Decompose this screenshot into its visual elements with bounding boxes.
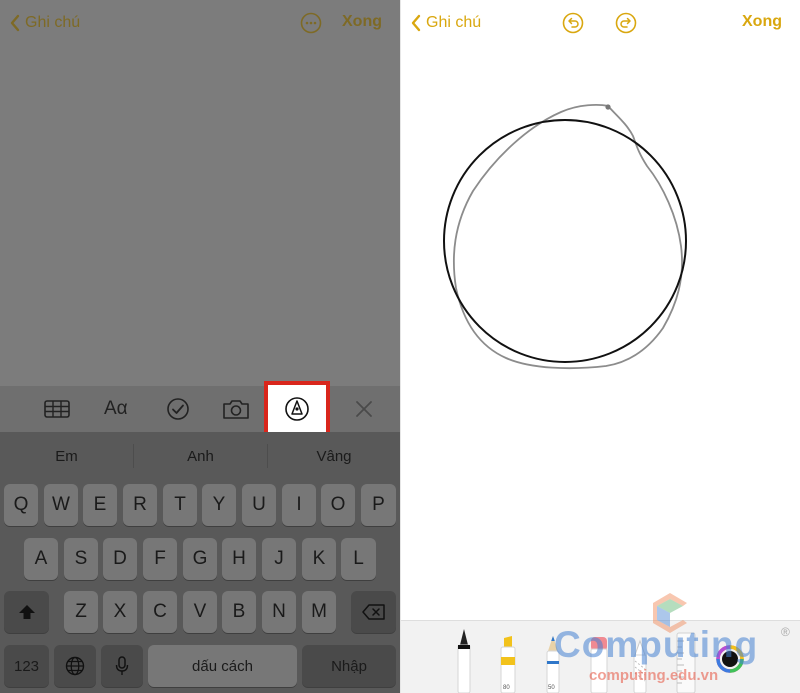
close-icon	[356, 401, 372, 417]
pen-tip-circle-icon	[285, 396, 309, 421]
key[interactable]: I	[282, 484, 316, 526]
key[interactable]: M	[302, 591, 336, 633]
globe-icon	[65, 656, 85, 676]
backspace-key[interactable]	[351, 591, 396, 633]
key[interactable]: A	[24, 538, 58, 580]
suggestion-bar: Em Anh Vâng	[0, 432, 400, 480]
watermark-subtitle: computing.edu.vn	[589, 667, 719, 684]
watermark-title: Computing	[554, 624, 759, 665]
key[interactable]: W	[44, 484, 78, 526]
key[interactable]: U	[242, 484, 276, 526]
sketch-start-dot	[605, 104, 611, 110]
done-button[interactable]: Xong	[742, 13, 782, 31]
pencil-value: 50	[548, 685, 555, 691]
back-button[interactable]: Ghi chú	[411, 11, 481, 35]
back-label: Ghi chú	[426, 14, 482, 31]
key[interactable]: X	[103, 591, 137, 633]
suggestion-item[interactable]: Anh	[134, 432, 267, 480]
key[interactable]: L	[341, 538, 376, 580]
key[interactable]: V	[183, 591, 217, 633]
watermark-registered-mark: ®	[781, 625, 790, 639]
ellipsis-circle-icon[interactable]	[300, 12, 322, 34]
notes-toolbar: Aα	[0, 386, 400, 432]
markup-button-highlighted[interactable]	[264, 381, 330, 436]
table-icon	[44, 400, 70, 418]
key[interactable]: Y	[202, 484, 236, 526]
redo-icon[interactable]	[615, 12, 637, 34]
key[interactable]: Z	[64, 591, 98, 633]
highlighter-value: 80	[503, 685, 510, 691]
key[interactable]: O	[321, 484, 355, 526]
drawing-canvas[interactable]	[401, 46, 800, 620]
table-button[interactable]	[43, 396, 71, 422]
done-button[interactable]: Xong	[342, 13, 382, 31]
numbers-key[interactable]: 123	[4, 645, 49, 687]
camera-icon	[223, 400, 249, 419]
key[interactable]: H	[222, 538, 256, 580]
close-button[interactable]	[350, 396, 378, 422]
perfect-circle-stroke	[443, 119, 687, 363]
key[interactable]: E	[83, 484, 117, 526]
drawing-panel: Ghi chú Xong 80 50 Computing computing.e…	[400, 0, 800, 693]
checklist-button[interactable]	[164, 396, 192, 422]
format-button[interactable]: Aα	[104, 398, 128, 420]
chevron-left-icon	[10, 14, 20, 32]
key[interactable]: N	[262, 591, 296, 633]
camera-button[interactable]	[222, 396, 250, 422]
key[interactable]: B	[222, 591, 256, 633]
space-key[interactable]: dấu cách	[148, 645, 297, 687]
key[interactable]: C	[143, 591, 177, 633]
key[interactable]: K	[302, 538, 336, 580]
key[interactable]: R	[123, 484, 157, 526]
back-label: Ghi chú	[25, 14, 81, 31]
suggestion-item[interactable]: Em	[0, 432, 133, 480]
nav-bar: Ghi chú Xong	[0, 0, 400, 46]
screenshot-stage: Ghi chú Xong Aα Em Anh Vâng Q W E R T Y …	[0, 0, 800, 693]
key[interactable]: T	[163, 484, 197, 526]
notes-keyboard-panel: Ghi chú Xong Aα Em Anh Vâng Q W E R T Y …	[0, 0, 400, 693]
key[interactable]: P	[361, 484, 396, 526]
key[interactable]: Q	[4, 484, 38, 526]
checkmark-circle-icon	[167, 398, 189, 420]
keyboard: Em Anh Vâng Q W E R T Y U I O P A S D F …	[0, 432, 400, 693]
shift-arrow-icon	[18, 605, 35, 619]
undo-icon[interactable]	[562, 12, 584, 34]
key[interactable]: D	[103, 538, 137, 580]
pen-icon[interactable]	[453, 627, 475, 693]
shift-key[interactable]	[4, 591, 49, 633]
chevron-left-icon	[411, 14, 421, 32]
key[interactable]: J	[262, 538, 296, 580]
key[interactable]: F	[143, 538, 177, 580]
return-key[interactable]: Nhập	[302, 645, 396, 687]
key[interactable]: S	[64, 538, 98, 580]
key[interactable]: G	[183, 538, 217, 580]
microphone-icon	[115, 656, 129, 675]
suggestion-item[interactable]: Vâng	[268, 432, 400, 480]
microphone-key[interactable]	[101, 645, 143, 687]
globe-key[interactable]	[54, 645, 96, 687]
back-button[interactable]: Ghi chú	[10, 11, 80, 35]
backspace-icon	[361, 604, 385, 620]
